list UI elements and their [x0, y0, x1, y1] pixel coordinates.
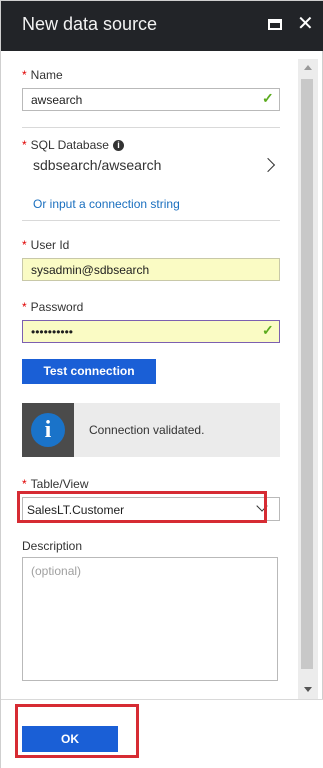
connection-string-link[interactable]: Or input a connection string — [33, 197, 180, 211]
password-input[interactable]: •••••••••• — [22, 320, 280, 343]
table-view-select[interactable]: SalesLT.Customer — [22, 497, 280, 521]
test-connection-button[interactable]: Test connection — [22, 359, 156, 384]
blade-title: New data source — [22, 14, 158, 34]
ok-button[interactable]: OK — [22, 726, 118, 752]
sql-database-label: * SQL Database i — [22, 138, 124, 152]
scrollbar[interactable] — [298, 59, 318, 699]
checkmark-icon: ✓ — [262, 322, 274, 338]
scroll-down-icon[interactable] — [304, 687, 312, 692]
password-label: * Password — [22, 300, 84, 314]
user-id-input[interactable]: sysadmin@sdbsearch — [22, 258, 280, 281]
close-icon[interactable]: ✕ — [297, 14, 315, 34]
connection-status-banner: i Connection validated. — [22, 403, 280, 457]
divider — [22, 127, 280, 128]
description-textarea[interactable]: (optional) — [22, 557, 278, 681]
scroll-up-icon[interactable] — [304, 65, 312, 70]
info-icon: i — [112, 140, 124, 151]
name-label: * Name — [22, 68, 63, 82]
table-view-label: * Table/View — [22, 477, 89, 491]
blade-footer: OK — [1, 699, 323, 768]
maximize-icon[interactable] — [267, 15, 285, 33]
connection-status-text: Connection validated. — [89, 423, 205, 437]
sql-database-value[interactable]: sdbsearch/awsearch — [33, 157, 161, 173]
blade-content: * Name awsearch ✓ * SQL Database i sdbsearc… — [1, 51, 323, 699]
scrollbar-thumb[interactable] — [301, 79, 313, 669]
chevron-right-icon[interactable] — [260, 157, 276, 173]
description-label: Description — [22, 539, 83, 553]
name-input[interactable]: awsearch — [22, 88, 280, 111]
checkmark-icon: ✓ — [262, 90, 274, 106]
user-id-label: * User Id — [22, 238, 70, 252]
divider — [22, 220, 280, 221]
info-icon: i — [31, 413, 65, 447]
blade-title-bar: New data source ✕ — [1, 1, 323, 51]
